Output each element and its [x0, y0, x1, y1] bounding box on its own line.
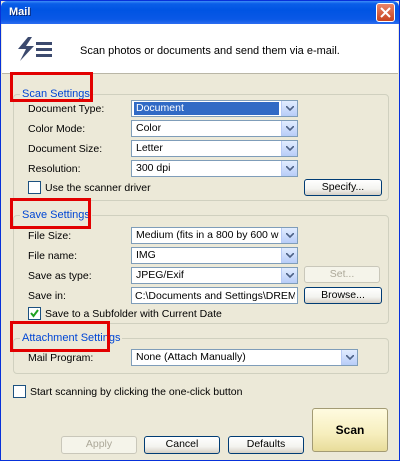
close-icon [380, 7, 391, 18]
document-type-label: Document Type: [28, 103, 105, 115]
file-name-value: IMG [136, 249, 156, 261]
document-size-select[interactable]: Letter [131, 140, 298, 157]
chevron-down-icon[interactable] [281, 121, 297, 136]
scan-settings-highlight [10, 72, 93, 102]
save-in-value: C:\Documents and Settings\DREMALEY\M [135, 290, 295, 302]
specify-button[interactable]: Specify... [304, 179, 382, 196]
file-name-label: File name: [28, 250, 78, 262]
color-mode-select[interactable]: Color [131, 120, 298, 137]
resolution-value: 300 dpi [136, 162, 171, 174]
set-button[interactable]: Set... [304, 266, 380, 283]
header-description: Scan photos or documents and send them v… [80, 45, 340, 57]
chevron-down-icon[interactable] [281, 248, 297, 263]
browse-button[interactable]: Browse... [304, 287, 382, 304]
mail-program-label: Mail Program: [28, 352, 94, 364]
chevron-down-icon[interactable] [341, 350, 357, 365]
file-size-label: File Size: [28, 230, 72, 242]
mail-scan-icon [18, 37, 52, 61]
attachment-settings-highlight [10, 321, 110, 352]
chevron-down-icon[interactable] [281, 161, 297, 176]
resolution-select[interactable]: 300 dpi [131, 160, 298, 177]
title-bar[interactable]: Mail [1, 1, 399, 24]
close-button[interactable] [376, 3, 395, 22]
one-click-checkbox[interactable] [13, 385, 26, 398]
document-type-select[interactable]: Document [131, 100, 298, 117]
subfolder-checkbox[interactable] [28, 307, 41, 320]
subfolder-label: Save to a Subfolder with Current Date [45, 308, 222, 320]
chevron-down-icon[interactable] [281, 228, 297, 243]
file-size-value: Medium (fits in a 800 by 600 window) [136, 229, 279, 241]
one-click-label: Start scanning by clicking the one-click… [30, 386, 243, 398]
save-in-label: Save in: [28, 290, 66, 302]
checkmark-icon [30, 309, 39, 318]
save-in-field[interactable]: C:\Documents and Settings\DREMALEY\M [131, 287, 298, 304]
mail-program-value: None (Attach Manually) [136, 351, 246, 363]
use-scanner-driver-checkbox[interactable] [28, 181, 41, 194]
apply-button[interactable]: Apply [61, 436, 137, 454]
document-size-value: Letter [136, 142, 163, 154]
file-name-select[interactable]: IMG [131, 247, 298, 264]
chevron-down-icon[interactable] [281, 268, 297, 283]
mail-dialog: Mail Scan photos or documents and send t… [0, 0, 400, 461]
dialog-header: Scan photos or documents and send them v… [2, 24, 398, 74]
chevron-down-icon[interactable] [281, 141, 297, 156]
window-title: Mail [9, 6, 31, 18]
color-mode-label: Color Mode: [28, 123, 86, 135]
chevron-down-icon[interactable] [281, 101, 297, 116]
cancel-button[interactable]: Cancel [144, 436, 220, 454]
use-scanner-driver-label: Use the scanner driver [45, 182, 151, 194]
color-mode-value: Color [136, 122, 162, 134]
save-as-type-value: JPEG/Exif [136, 269, 184, 281]
save-settings-highlight [10, 198, 91, 229]
scan-button[interactable]: Scan [312, 408, 388, 452]
resolution-label: Resolution: [28, 163, 81, 175]
file-size-select[interactable]: Medium (fits in a 800 by 600 window) [131, 227, 298, 244]
save-as-type-label: Save as type: [28, 270, 92, 282]
save-as-type-select[interactable]: JPEG/Exif [131, 267, 298, 284]
document-type-value: Document [134, 102, 279, 115]
defaults-button[interactable]: Defaults [228, 436, 304, 454]
document-size-label: Document Size: [28, 143, 103, 155]
mail-program-select[interactable]: None (Attach Manually) [131, 349, 358, 366]
